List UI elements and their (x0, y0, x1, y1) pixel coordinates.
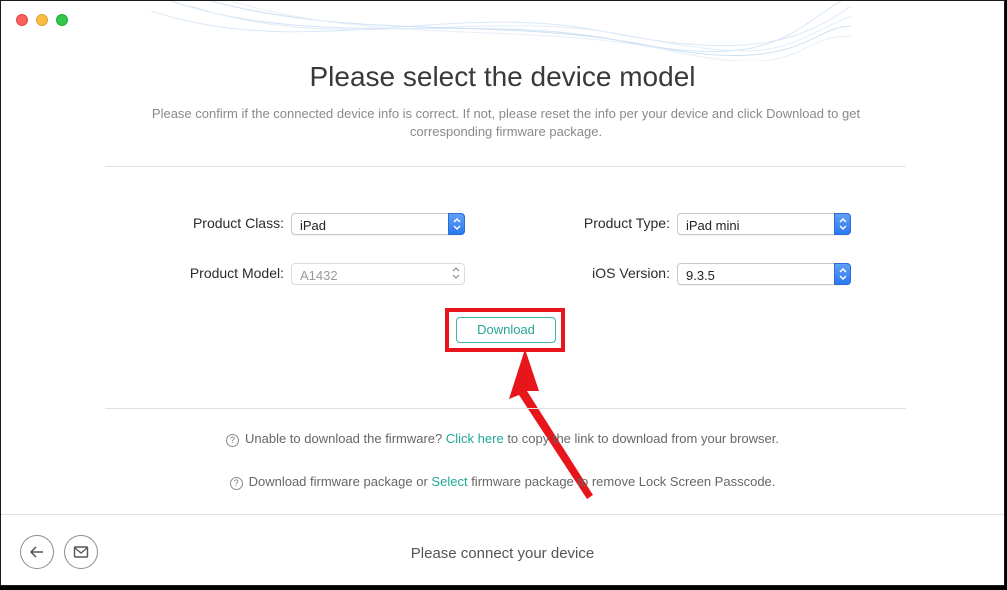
product-model-value: A1432 (300, 268, 338, 283)
help-text: to copy the link to download from your b… (507, 431, 780, 446)
middle-divider (105, 408, 906, 409)
help-line-copy-link: ? Unable to download the firmware? Click … (1, 431, 1004, 447)
product-model-label: Product Model: (189, 265, 284, 281)
question-circle-icon: ? (225, 434, 239, 447)
subtitle-line-2: corresponding firmware package. (409, 124, 603, 139)
click-here-link[interactable]: Click here (446, 431, 504, 446)
product-class-label: Product Class: (192, 215, 284, 231)
decorative-waves (151, 1, 851, 61)
select-firmware-link[interactable]: Select (431, 474, 467, 489)
chevron-updown-icon (834, 263, 851, 285)
chevron-updown-icon (448, 263, 465, 285)
download-button[interactable]: Download (456, 317, 556, 343)
window-controls (16, 14, 68, 26)
ios-version-select[interactable]: 9.3.5 (677, 263, 851, 285)
subtitle-line-1: Please confirm if the connected device i… (151, 106, 861, 121)
chevron-updown-icon (448, 213, 465, 235)
top-divider (105, 166, 906, 167)
status-text: Please connect your device (410, 545, 595, 562)
page-subtitle: Please confirm if the connected device i… (131, 105, 881, 141)
question-circle-icon: ? (229, 477, 243, 490)
ios-version-value: 9.3.5 (686, 268, 715, 283)
product-type-label: Product Type: (583, 215, 670, 231)
footer-divider (1, 514, 1004, 515)
help-line-select-firmware: ? Download firmware package or Select fir… (1, 474, 1004, 490)
product-class-value: iPad (300, 218, 327, 233)
product-type-select[interactable]: iPad mini (677, 213, 851, 235)
chevron-updown-icon (834, 213, 851, 235)
page-title: Please select the device model (309, 61, 696, 92)
product-type-value: iPad mini (686, 218, 740, 233)
ios-version-label: iOS Version: (592, 265, 670, 281)
product-class-select[interactable]: iPad (291, 213, 465, 235)
help-text: Unable to download the firmware? (244, 431, 443, 446)
product-model-select: A1432 (291, 263, 465, 285)
help-text: Download firmware package or (248, 474, 428, 489)
zoom-window-button[interactable] (56, 14, 68, 26)
app-window: Please select the device model Please co… (0, 0, 1005, 586)
close-window-button[interactable] (16, 14, 28, 26)
minimize-window-button[interactable] (36, 14, 48, 26)
help-text: firmware package to remove Lock Screen P… (471, 474, 776, 489)
